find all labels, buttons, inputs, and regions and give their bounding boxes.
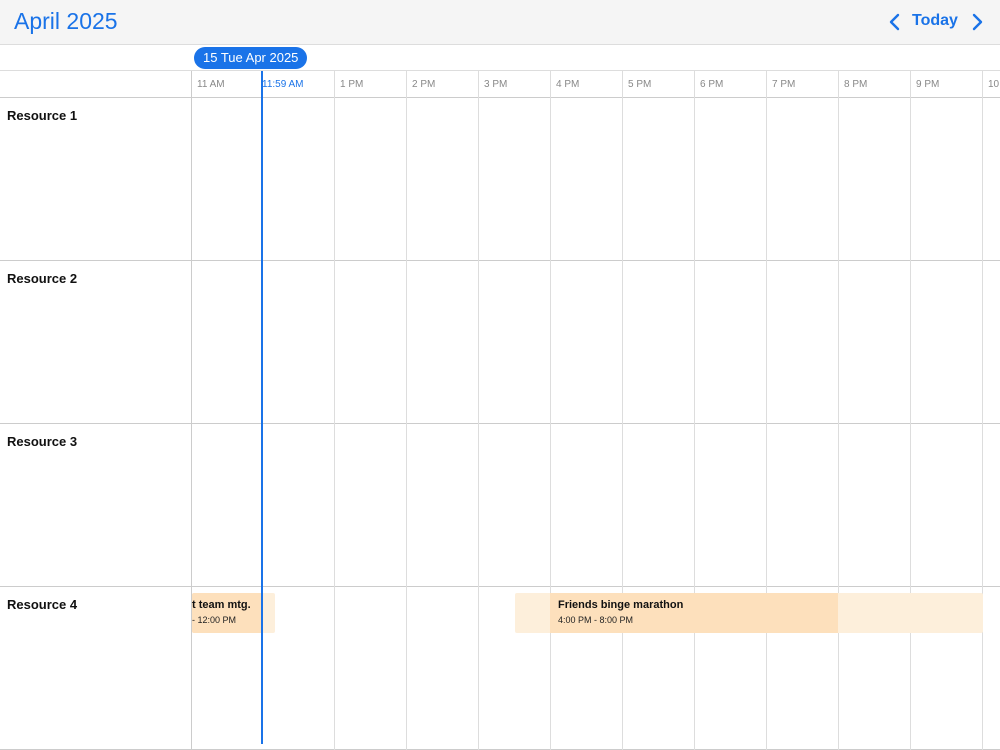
time-tick-label: 11 AM xyxy=(197,79,225,90)
time-tick: 4 PM xyxy=(550,71,579,98)
prev-button[interactable] xyxy=(884,10,906,34)
resource-label: Resource 3 xyxy=(7,434,78,449)
event-friends-binge-marathon[interactable]: Friends binge marathon 4:00 PM - 8:00 PM xyxy=(515,593,983,633)
event-time: - 12:00 PM xyxy=(192,615,237,625)
time-tick: 8 PM xyxy=(838,71,867,98)
time-tick-label: 4 PM xyxy=(556,79,580,90)
resource-label: Resource 1 xyxy=(7,108,78,123)
month-title: April 2025 xyxy=(14,8,118,34)
grid-line xyxy=(838,98,839,750)
time-tick-label: 10 xyxy=(988,79,1000,90)
time-tick-label: 5 PM xyxy=(628,79,652,90)
time-tick-label: 3 PM xyxy=(484,79,508,90)
date-row: 15 Tue Apr 2025 xyxy=(0,45,1000,71)
resource-row[interactable]: Resource 3 xyxy=(0,424,1000,587)
time-header: 11 AM 1 PM 2 PM 3 PM 4 PM 5 PM 6 PM 7 PM… xyxy=(0,71,1000,98)
grid-line xyxy=(694,98,695,750)
grid-line xyxy=(334,98,335,750)
calendar-header: April 2025 Today xyxy=(0,0,1000,45)
time-tick: 7 PM xyxy=(766,71,795,98)
current-time-indicator xyxy=(261,71,263,744)
resource-row[interactable]: Resource 1 xyxy=(0,98,1000,261)
grid-line xyxy=(550,98,551,750)
current-time-label: 11:59 AM xyxy=(262,79,304,90)
event-title: Friends binge marathon xyxy=(558,599,684,611)
next-button[interactable] xyxy=(966,10,988,34)
event-title: t team mtg. xyxy=(192,599,251,611)
date-pill[interactable]: 15 Tue Apr 2025 xyxy=(194,47,308,69)
chevron-right-icon xyxy=(972,13,983,31)
grid-line xyxy=(478,98,479,750)
resource-grid: Resource 1 Resource 2 Resource 3 Resourc… xyxy=(0,98,1000,750)
time-tick: 3 PM xyxy=(478,71,507,98)
resource-row[interactable]: Resource 2 xyxy=(0,261,1000,424)
chevron-left-icon xyxy=(889,13,900,31)
time-tick: 2 PM xyxy=(406,71,435,98)
grid-line xyxy=(622,98,623,750)
time-tick-label: 2 PM xyxy=(412,79,436,90)
time-tick-label: 7 PM xyxy=(772,79,796,90)
today-button[interactable]: Today xyxy=(912,12,958,30)
time-tick-label: 6 PM xyxy=(700,79,724,90)
time-tick-label: 9 PM xyxy=(916,79,940,90)
time-tick: 9 PM xyxy=(910,71,939,98)
grid-line xyxy=(982,98,983,750)
time-tick: 1 PM xyxy=(334,71,363,98)
grid-line xyxy=(406,98,407,750)
time-tick-label: 1 PM xyxy=(340,79,364,90)
event-time: 4:00 PM - 8:00 PM xyxy=(558,615,634,625)
time-tick: 6 PM xyxy=(694,71,723,98)
time-tick: 10 xyxy=(982,71,1000,98)
resource-column-divider xyxy=(191,71,192,750)
grid-line xyxy=(910,98,911,750)
time-tick-label: 8 PM xyxy=(844,79,868,90)
grid-line xyxy=(766,98,767,750)
resource-label: Resource 4 xyxy=(7,597,78,612)
resource-label: Resource 2 xyxy=(7,271,78,286)
time-tick: 5 PM xyxy=(622,71,651,98)
